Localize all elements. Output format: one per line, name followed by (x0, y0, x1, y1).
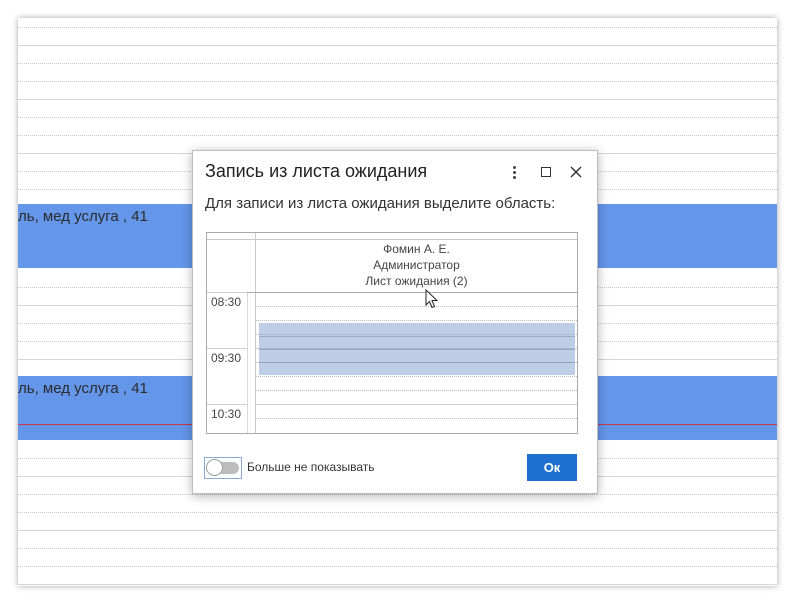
slot-line (256, 418, 577, 419)
schedule-hour-line (18, 45, 777, 46)
resource-role: Администратор (373, 258, 460, 272)
schedule-slot-line (18, 548, 777, 549)
time-hour-line (207, 404, 247, 405)
schedule-slot-line (18, 117, 777, 118)
schedule-slot-line (18, 81, 777, 82)
slot-line (256, 390, 577, 391)
toggle-knob (206, 459, 223, 476)
dialog-message: Для записи из листа ожидания выделите об… (205, 195, 556, 212)
time-label: 08:30 (211, 295, 242, 309)
toggle-track (206, 459, 239, 476)
schedule-slot-line (18, 512, 777, 513)
schedule-slot-line (18, 135, 777, 136)
schedule-hour-line (18, 530, 777, 531)
dont-show-again-label: Больше не показывать (247, 460, 375, 474)
schedule-hour-line (18, 584, 777, 585)
schedule-slot-line (18, 566, 777, 567)
slot-line (256, 306, 577, 307)
dont-show-again-toggle[interactable] (204, 457, 242, 479)
header-divider (207, 292, 577, 293)
schedule-slot-line (18, 63, 777, 64)
slot-line (256, 404, 577, 405)
mouse-cursor-icon (425, 289, 439, 309)
screen: ль, мед услуга , 41 ль, мед услуга , 41 … (0, 0, 797, 606)
schedule-hour-line (18, 99, 777, 100)
time-hour-line (207, 292, 247, 293)
selected-time-range[interactable] (259, 323, 575, 375)
schedule-slot-line (18, 27, 777, 28)
resource-name: Фомин А. Е. (383, 242, 450, 256)
waitlist-dialog: Запись из листа ожидания Для записи из л… (192, 150, 598, 494)
maximize-icon[interactable] (535, 161, 557, 183)
more-vertical-icon[interactable] (503, 161, 525, 183)
ok-button[interactable]: Ок (527, 454, 577, 481)
time-label: 09:30 (211, 351, 242, 365)
appointment-text: ль, мед услуга , 41 (18, 208, 148, 225)
appointment-text: ль, мед услуга , 41 (18, 380, 148, 397)
time-label: 10:30 (211, 407, 242, 421)
slot-line (256, 320, 577, 321)
schedule-slot-line (18, 494, 777, 495)
mini-scheduler[interactable]: Фомин А. Е. Администратор Лист ожидания … (206, 232, 578, 434)
scheduler-top-strip (207, 233, 577, 240)
close-icon[interactable] (565, 161, 587, 183)
time-hour-line (207, 348, 247, 349)
slot-line (256, 376, 577, 377)
resource-waitlist: Лист ожидания (2) (365, 274, 468, 288)
resource-header: Фомин А. Е. Администратор Лист ожидания … (256, 241, 577, 289)
dialog-title: Запись из листа ожидания (205, 161, 428, 181)
time-column-inner-divider (247, 293, 248, 433)
